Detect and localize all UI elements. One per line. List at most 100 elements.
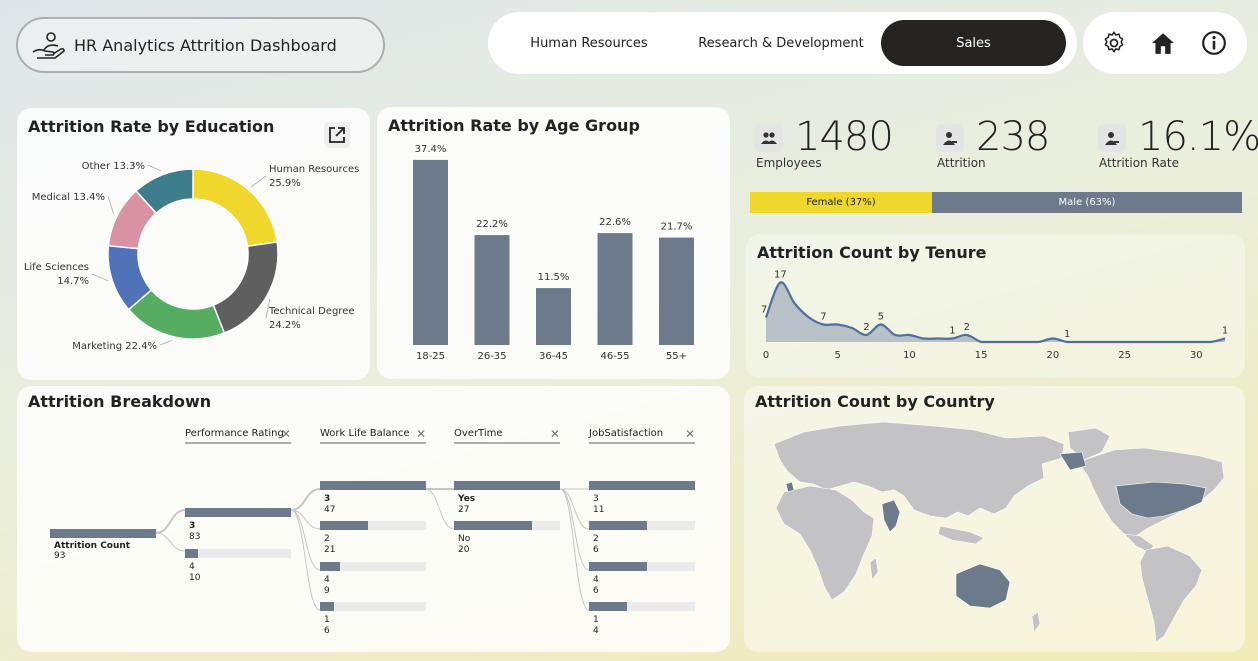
donut-category-label: Human Resources: [269, 164, 359, 175]
female-segment[interactable]: Female (37%): [750, 192, 933, 213]
age-tick-label: 26-35: [477, 351, 506, 362]
breakdown-column-header[interactable]: JobSatisfaction ✕: [589, 427, 695, 444]
breakdown-node-label: 3: [324, 494, 331, 504]
remove-level-icon[interactable]: ✕: [416, 427, 426, 441]
breakdown-node-value: 83: [189, 532, 201, 542]
breakdown-node-label: 3: [189, 521, 196, 531]
tenure-area: [766, 282, 1225, 342]
age-bar[interactable]: [536, 288, 571, 345]
breakdown-node-bar[interactable]: [589, 562, 695, 571]
breakdown-node-value: 6: [324, 626, 330, 636]
tab-human-resources[interactable]: Human Resources: [496, 20, 682, 66]
tenure-point-label: 1: [1222, 326, 1228, 337]
breakdown-node-label: 3: [593, 494, 599, 504]
breakdown-root-bar[interactable]: [50, 529, 156, 538]
donut-category-label: Life Sciences: [24, 262, 89, 273]
breakdown-node-bar[interactable]: [589, 521, 695, 530]
info-icon[interactable]: [1201, 30, 1227, 56]
tenure-point-label: 5: [878, 312, 884, 323]
breakdown-node-value: 47: [324, 505, 336, 515]
age-bar-label: 22.2%: [476, 219, 508, 230]
breakdown-node-value: 27: [458, 505, 470, 515]
breakdown-node-bar[interactable]: [185, 508, 291, 517]
tenure-tick-label: 25: [1118, 350, 1131, 361]
breakdown-column-header[interactable]: Work Life Balance ✕: [320, 427, 426, 444]
tenure-point-label: 7: [820, 312, 826, 323]
breakdown-node-value: 9: [324, 586, 330, 596]
breakdown-title: Attrition Breakdown: [28, 392, 212, 411]
breakdown-node-label: No: [458, 534, 471, 544]
education-donut: Human Resources 25.9% Technical Degree 24.2…: [24, 161, 360, 352]
breakdown-root-value: 93: [54, 551, 66, 561]
breakdown-node-bar[interactable]: [185, 549, 291, 558]
breakdown-node-label: Yes: [458, 494, 476, 504]
breakdown-node-bar[interactable]: [454, 481, 560, 490]
tenure-tick-label: 10: [903, 350, 916, 361]
breakdown-node-bar[interactable]: [320, 602, 426, 611]
age-tick-label: 36-45: [539, 351, 568, 362]
breakdown-node-label: 4: [324, 575, 330, 585]
breakdown-node-bar[interactable]: [454, 521, 560, 530]
tab-research-development[interactable]: Research & Development: [684, 20, 878, 66]
kpi-employees-label: Employees: [756, 156, 822, 170]
tenure-tick-label: 15: [975, 350, 988, 361]
breakdown-node-label: 2: [593, 534, 599, 544]
breakdown-node-value: 20: [458, 545, 470, 555]
donut-value-label: 24.2%: [269, 320, 301, 331]
gender-split-bar: Female (37%) Male (63%): [750, 192, 1242, 213]
donut-slice[interactable]: [192, 168, 278, 248]
male-segment[interactable]: Male (63%): [932, 192, 1242, 213]
leader-line: [251, 175, 267, 188]
donut-label: Marketing 22.4%: [72, 341, 157, 352]
age-bar-label: 11.5%: [538, 272, 570, 283]
leader-line: [147, 164, 162, 172]
user-exit-icon: [936, 124, 964, 152]
breakdown-node-bar[interactable]: [589, 481, 695, 490]
department-tabs: Human Resources Research & Development S…: [488, 12, 1077, 74]
world-map[interactable]: [744, 386, 1245, 652]
breakdown-node-value: 21: [324, 545, 336, 555]
tab-sales[interactable]: Sales: [881, 20, 1066, 66]
tenure-point-label: 2: [964, 322, 970, 333]
breakdown-node-bar[interactable]: [320, 562, 426, 571]
age-bar-label: 22.6%: [599, 217, 631, 228]
age-bar[interactable]: [474, 235, 510, 345]
breakdown-node-value: 4: [593, 626, 599, 636]
breakdown-node-label: 4: [593, 575, 599, 585]
breakdown-node-bar[interactable]: [589, 602, 695, 611]
age-bar[interactable]: [413, 159, 448, 345]
breakdown-node-label: 2: [324, 534, 330, 544]
tenure-point-label: 17: [774, 270, 787, 281]
kpi-employees-value: 1480: [795, 114, 894, 160]
breakdown-node-value: 11: [593, 505, 605, 515]
kpi-attrition-rate: 16.1% Attrition Rate: [1098, 114, 1258, 174]
dashboard-title: HR Analytics Attrition Dashboard: [74, 35, 337, 55]
age-bar[interactable]: [597, 233, 633, 345]
breakdown-column-header[interactable]: OverTime ✕: [454, 427, 560, 444]
kpi-attrition-label: Attrition: [937, 156, 986, 170]
remove-level-icon[interactable]: ✕: [550, 427, 560, 441]
breakdown-node-bar[interactable]: [320, 521, 426, 530]
breakdown-node-bar[interactable]: [320, 481, 426, 490]
home-icon[interactable]: [1150, 30, 1176, 56]
tenure-tick-label: 20: [1047, 350, 1060, 361]
kpi-attrition-value: 238: [976, 114, 1050, 160]
breakdown-node-value: 6: [593, 545, 599, 555]
kpi-attrition-rate-label: Attrition Rate: [1099, 156, 1179, 170]
dashboard-title-pill: HR Analytics Attrition Dashboard: [16, 17, 385, 73]
user-exit-icon: [1098, 124, 1126, 152]
tenure-tick-label: 0: [763, 350, 769, 361]
remove-level-icon[interactable]: ✕: [685, 427, 695, 441]
donut-label: Medical 13.4%: [32, 192, 105, 203]
toolbar-icons: [1083, 12, 1247, 74]
leader-line: [159, 340, 172, 346]
donut-value-label: 25.9%: [269, 178, 301, 189]
leader-line: [107, 195, 114, 215]
remove-level-icon[interactable]: ✕: [281, 427, 291, 441]
age-bar[interactable]: [659, 237, 694, 345]
breakdown-column-header[interactable]: Performance Rating ✕: [185, 427, 291, 444]
education-card: Attrition Rate by Education Human Resour…: [17, 108, 370, 380]
breakdown-node-value: 6: [593, 586, 599, 596]
tenure-point-label: 1: [1064, 329, 1070, 340]
settings-icon[interactable]: [1101, 30, 1127, 56]
